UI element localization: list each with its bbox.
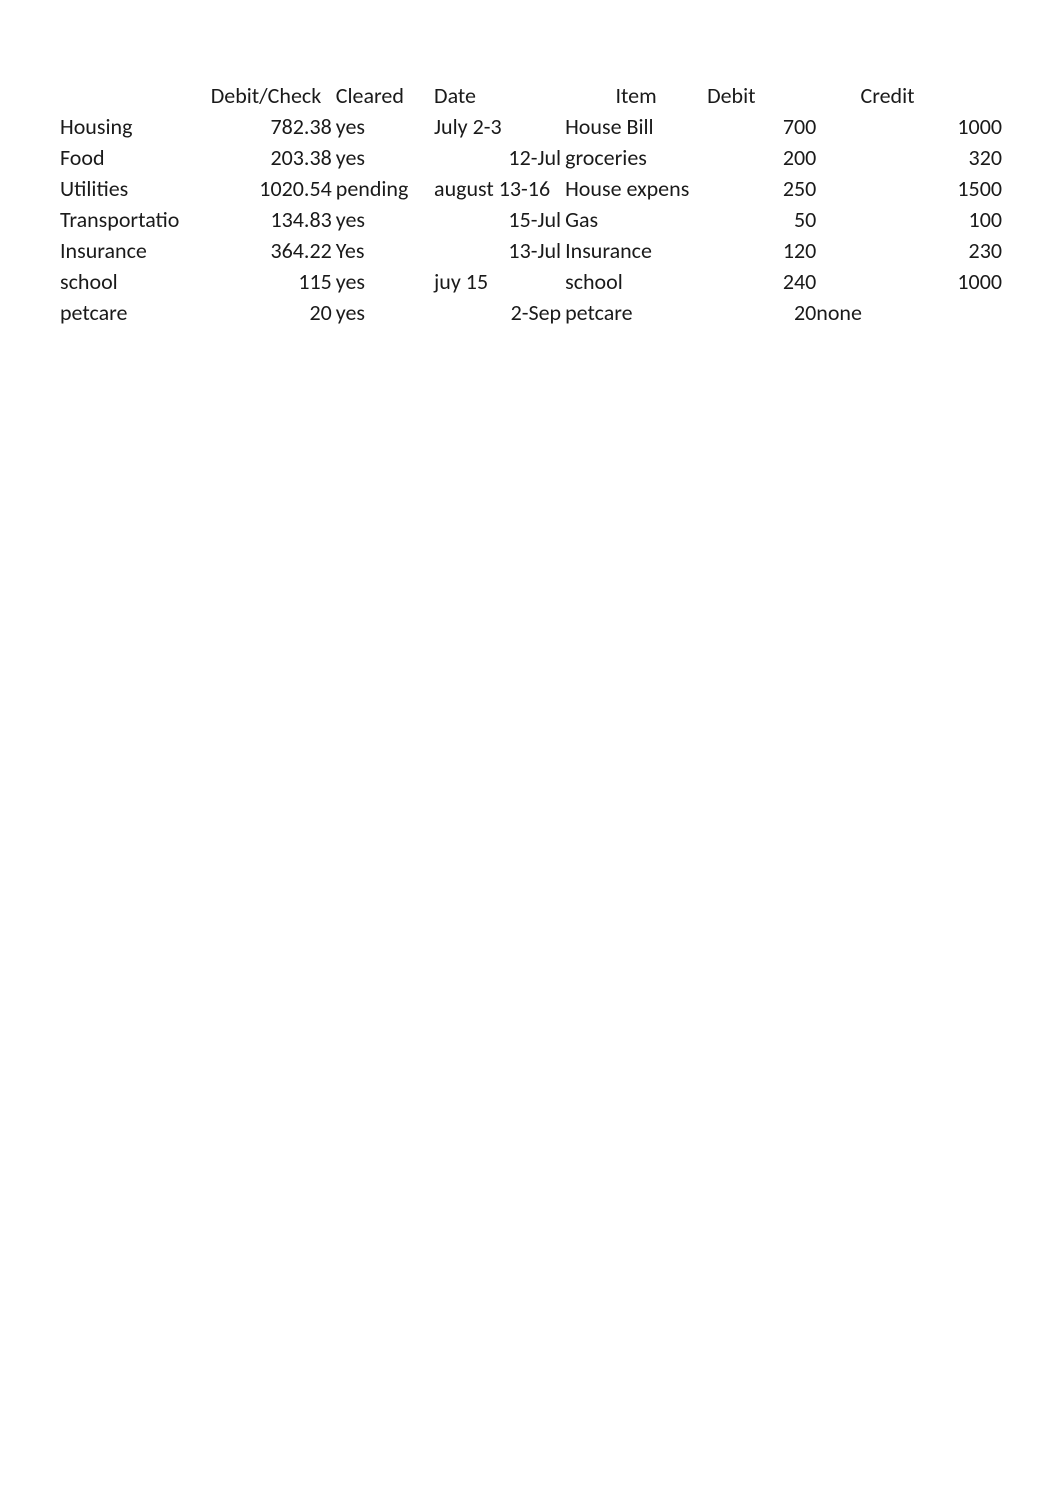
cell-item: House Bill: [565, 111, 707, 142]
cell-debit: 200: [707, 142, 816, 173]
cell-cleared: yes: [336, 111, 434, 142]
cell-item: petcare: [565, 297, 707, 328]
cell-debit: 240: [707, 266, 816, 297]
cell-category: Transportatio: [60, 204, 211, 235]
cell-date: July 2-3: [434, 111, 565, 142]
cell-credit: [915, 297, 1002, 328]
table-row: Utilities1020.54pendingaugust 13-16House…: [60, 173, 1002, 204]
table-row: school115yesjuy 15school2401000: [60, 266, 1002, 297]
table-row: Transportatio134.83yes15-JulGas50 100: [60, 204, 1002, 235]
table-row: Insurance364.22Yes13-JulInsurance120230: [60, 235, 1002, 266]
cell-credit: 1000: [915, 111, 1002, 142]
cell-debit-check: 364.22: [211, 235, 336, 266]
cell-date: 2-Sep: [434, 297, 565, 328]
table-row: petcare20yes2-Seppetcare20none: [60, 297, 1002, 328]
cell-item: Gas: [565, 204, 707, 235]
cell-date: august 13-16: [434, 173, 565, 204]
cell-credit: 100: [915, 204, 1002, 235]
table-header-row: Debit/Check Cleared Date Item Debit Cred…: [60, 80, 1002, 111]
cell-credit: 320: [915, 142, 1002, 173]
cell-debit: 20: [707, 297, 816, 328]
cell-cleared: Yes: [336, 235, 434, 266]
cell-debit-check: 203.38: [211, 142, 336, 173]
cell-cleared: yes: [336, 204, 434, 235]
cell-debit-check: 115: [211, 266, 336, 297]
cell-credit-label: [816, 173, 914, 204]
cell-cleared: yes: [336, 297, 434, 328]
cell-item: school: [565, 266, 707, 297]
cell-credit-label: [816, 142, 914, 173]
cell-item: Insurance: [565, 235, 707, 266]
cell-category: Utilities: [60, 173, 211, 204]
cell-credit-label: [816, 204, 914, 235]
cell-category: Food: [60, 142, 211, 173]
header-category: [60, 80, 211, 111]
cell-credit: 1000: [915, 266, 1002, 297]
cell-date: 12-Jul: [434, 142, 565, 173]
table-row: Food203.38yes12-Julgroceries200 320: [60, 142, 1002, 173]
cell-debit-check: 134.83: [211, 204, 336, 235]
cell-category: petcare: [60, 297, 211, 328]
cell-category: school: [60, 266, 211, 297]
header-debit-check: Debit/Check: [211, 80, 336, 111]
cell-category: Insurance: [60, 235, 211, 266]
header-cleared: Cleared: [336, 80, 434, 111]
cell-debit: 50: [707, 204, 816, 235]
cell-credit-label: [816, 111, 914, 142]
cell-debit: 700: [707, 111, 816, 142]
cell-debit-check: 1020.54: [211, 173, 336, 204]
cell-category: Housing: [60, 111, 211, 142]
cell-credit: 1500: [915, 173, 1002, 204]
cell-debit: 250: [707, 173, 816, 204]
cell-credit: 230: [915, 235, 1002, 266]
header-item: Item: [565, 80, 707, 111]
cell-item: groceries: [565, 142, 707, 173]
header-debit: Debit: [707, 80, 816, 111]
cell-debit-check: 20: [211, 297, 336, 328]
cell-item: House expens: [565, 173, 707, 204]
cell-debit: 120: [707, 235, 816, 266]
cell-date: 13-Jul: [434, 235, 565, 266]
cell-date: juy 15: [434, 266, 565, 297]
cell-credit-label: [816, 266, 914, 297]
table-body: Housing782.38yesJuly 2-3House Bill700100…: [60, 111, 1002, 328]
cell-credit-label: none: [816, 297, 914, 328]
cell-cleared: yes: [336, 266, 434, 297]
header-credit: Credit: [816, 80, 914, 111]
cell-credit-label: [816, 235, 914, 266]
cell-cleared: yes: [336, 142, 434, 173]
cell-date: 15-Jul: [434, 204, 565, 235]
cell-debit-check: 782.38: [211, 111, 336, 142]
cell-cleared: pending: [336, 173, 434, 204]
header-date: Date: [434, 80, 565, 111]
ledger-table: Debit/Check Cleared Date Item Debit Cred…: [60, 80, 1002, 328]
table-row: Housing782.38yesJuly 2-3House Bill700 100…: [60, 111, 1002, 142]
header-credit-spacer: [915, 80, 1002, 111]
